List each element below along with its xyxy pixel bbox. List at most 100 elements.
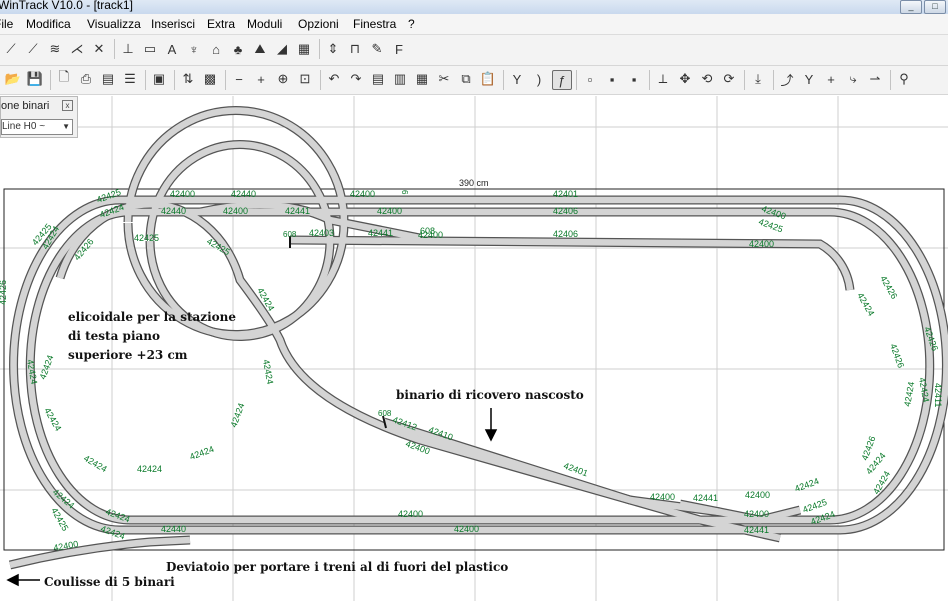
zoom-in-icon[interactable]: + — [252, 70, 270, 88]
track-part-label: 42440 — [161, 206, 186, 216]
menu-opzioni[interactable]: Opzioni — [298, 17, 339, 31]
track-part-label: 42440 — [231, 189, 256, 199]
toolbar-separator — [114, 39, 115, 59]
move-icon[interactable]: ✥ — [676, 70, 694, 88]
helix-annotation-line3: superiore +23 cm — [68, 348, 188, 362]
track-part-label: 42401 — [553, 189, 578, 199]
arrow-head-icon — [6, 573, 19, 587]
measure-icon[interactable]: ⟂ — [654, 70, 672, 88]
layer-icon[interactable]: ▦ — [413, 70, 431, 88]
track-part-label: 42400 — [749, 239, 774, 249]
text-icon[interactable]: A — [163, 40, 181, 58]
curve-icon[interactable]: ) — [530, 70, 548, 88]
toolbar-separator — [320, 70, 321, 90]
maximize-button[interactable]: □ — [924, 0, 946, 14]
zoom-window-icon[interactable]: ⊕ — [274, 70, 292, 88]
list-view-icon[interactable]: ▥ — [391, 70, 409, 88]
merge-icon[interactable]: ▪ — [625, 70, 643, 88]
menu-file[interactable]: File — [0, 17, 13, 31]
tool-d-icon[interactable]: ⤷ — [844, 70, 862, 88]
bumper-icon[interactable]: ⊥ — [119, 40, 137, 58]
rotate180-icon[interactable]: ⟳ — [720, 70, 738, 88]
track-part-label: 42441 — [693, 493, 718, 503]
track-part-label: 42400 — [350, 189, 375, 199]
select-value: Line H0 ~ — [2, 121, 46, 132]
track-part-label: 42424 — [793, 476, 820, 494]
track-part-label: 42400 — [744, 509, 769, 519]
height-profile-icon[interactable]: ⇅ — [179, 70, 197, 88]
chart-icon[interactable]: ▦ — [295, 40, 313, 58]
platform-icon[interactable]: ▭ — [141, 40, 159, 58]
helix-annotation-line1: elicoidale per la stazione — [68, 310, 236, 324]
track-part-label: 42400 — [398, 509, 423, 519]
track-part-label: 42425 — [134, 233, 159, 243]
slope-icon[interactable]: ◢ — [273, 40, 291, 58]
track-part-label: 42424 — [42, 406, 63, 433]
redo-icon[interactable]: ↷ — [347, 70, 365, 88]
flex-track-2-icon[interactable]: ⟋ — [24, 40, 42, 58]
track-tool-icon[interactable]: ≋ — [46, 40, 64, 58]
toolbar-separator — [773, 70, 774, 90]
rotate-icon[interactable]: ⟲ — [698, 70, 716, 88]
save-icon[interactable]: 💾 — [26, 70, 44, 88]
zoom-out-icon[interactable]: − — [230, 70, 248, 88]
drawing-canvas[interactable]: 42425 42400 42440 42400 42401 42424 42440 42400… — [0, 96, 948, 601]
track-part-label: 42424 — [37, 354, 55, 381]
signal-icon[interactable]: ♆ — [185, 40, 203, 58]
building-icon[interactable]: ⌂ — [207, 40, 225, 58]
cut-icon[interactable]: ✂ — [435, 70, 453, 88]
search-icon[interactable]: ⚲ — [895, 70, 913, 88]
menu-finestra[interactable]: Finestra — [353, 17, 396, 31]
connect-icon[interactable]: ⤓ — [749, 70, 767, 88]
track-part-label: 42426 — [0, 280, 8, 305]
copy-icon[interactable]: ⧉ — [457, 70, 475, 88]
paste-icon[interactable]: 📋 — [479, 70, 497, 88]
undo-icon[interactable]: ↶ — [325, 70, 343, 88]
parts-icon[interactable]: ▣ — [150, 70, 168, 88]
group-icon[interactable]: ▫ — [581, 70, 599, 88]
split-icon[interactable]: Y — [508, 70, 526, 88]
align-icon[interactable]: ▪ — [603, 70, 621, 88]
flex-track-icon[interactable]: ⟋ — [2, 40, 20, 58]
print-icon[interactable]: ⎙ — [77, 70, 95, 88]
print-setup-icon[interactable]: ▤ — [99, 70, 117, 88]
list-icon[interactable]: ☰ — [121, 70, 139, 88]
menu-extra[interactable]: Extra — [207, 17, 235, 31]
panel-title: one binari — [1, 100, 50, 112]
zoom-all-icon[interactable]: ⊡ — [296, 70, 314, 88]
track-library-panel: one binari x Line H0 ~ ▼ — [0, 96, 78, 138]
flex-icon[interactable]: ƒ — [552, 70, 572, 90]
track-part-label: 42440 — [161, 524, 186, 534]
turnout-icon[interactable]: ⋌ — [68, 40, 86, 58]
track-part-label: 42400 — [454, 524, 479, 534]
menu-modifica[interactable]: Modifica — [26, 17, 71, 31]
preview-icon[interactable]: 🗋 — [55, 69, 73, 88]
toolbar-main: 📂 💾 🗋 ⎙ ▤ ☰ ▣ ⇅ ▩ − + ⊕ ⊡ ↶ ↷ ▤ ▥ ▦ ✂ ⧉ 📋 Y) ƒ ▫ ▪ ▪ ⟂ ✥ ⟲ ⟳ ⤓ ⤴ Y + ⤷ ⇀ ⚲ — [0, 66, 948, 95]
minimize-button[interactable]: _ — [900, 0, 922, 14]
toolbar-separator — [225, 70, 226, 90]
tool-c-icon[interactable]: + — [822, 70, 840, 88]
bridge-icon[interactable]: ⊓ — [346, 40, 364, 58]
properties-icon[interactable]: ▤ — [369, 70, 387, 88]
track-part-label: 42411 — [933, 383, 943, 407]
crossing-icon[interactable]: ✕ — [90, 40, 108, 58]
tool-b-icon[interactable]: Y — [800, 70, 818, 88]
pen-icon[interactable]: ✎ — [368, 40, 386, 58]
toolbar-separator — [890, 70, 891, 90]
landscape-icon[interactable]: ⛰ — [251, 40, 269, 58]
height-icon[interactable]: ⇕ — [324, 40, 342, 58]
menu-help[interactable]: ? — [408, 17, 415, 31]
close-icon[interactable]: x — [62, 100, 73, 111]
tree-icon[interactable]: ♣ — [229, 40, 247, 58]
open-icon[interactable]: 📂 — [4, 70, 22, 88]
picture-icon[interactable]: ▩ — [201, 70, 219, 88]
track-part-label: 42424 — [902, 381, 916, 407]
track-system-select[interactable]: Line H0 ~ ▼ — [1, 119, 73, 135]
part-number-label: 608 — [283, 230, 297, 239]
menu-inserisci[interactable]: Inserisci — [151, 17, 195, 31]
menu-moduli[interactable]: Moduli — [247, 17, 282, 31]
flag-icon[interactable]: F — [390, 40, 408, 58]
tool-e-icon[interactable]: ⇀ — [866, 70, 884, 88]
menu-visualizza[interactable]: Visualizza — [87, 17, 141, 31]
tool-a-icon[interactable]: ⤴ — [778, 70, 796, 88]
